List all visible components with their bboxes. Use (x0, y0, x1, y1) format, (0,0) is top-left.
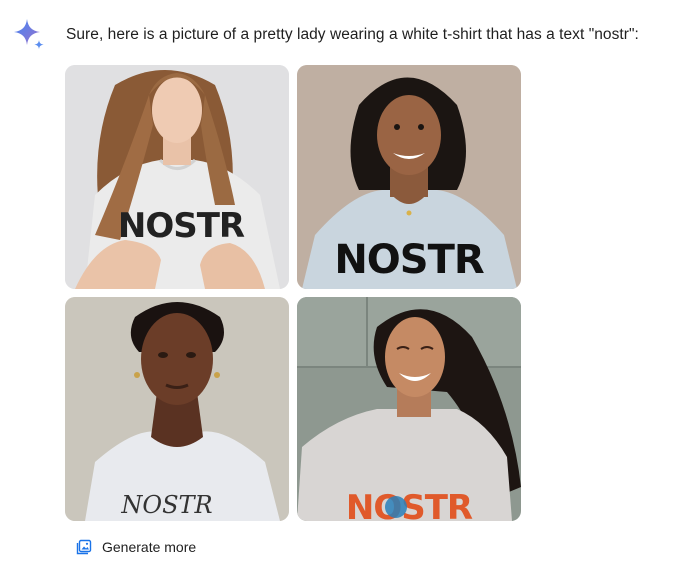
generate-more-label: Generate more (102, 539, 197, 555)
generate-more-button[interactable]: Generate more (70, 535, 202, 559)
shirt-text: NOSTR (346, 488, 473, 521)
generated-image-4[interactable]: NOSTR (297, 297, 521, 521)
generated-image-3[interactable]: NOSTR (65, 297, 289, 521)
shirt-text: NOSTR (334, 237, 484, 283)
shirt-text: NOSTR (118, 206, 245, 246)
response-text: Sure, here is a picture of a pretty lady… (66, 26, 639, 43)
gemini-sparkle-icon (14, 19, 44, 50)
image-stack-icon (76, 539, 92, 555)
generated-image-1[interactable]: NOSTR (65, 65, 289, 289)
generated-image-2[interactable]: NOSTR (297, 65, 521, 289)
image-grid: NOSTR NOSTR NOSTR NOSTR (65, 65, 521, 521)
shirt-text: NOSTR (120, 491, 212, 519)
